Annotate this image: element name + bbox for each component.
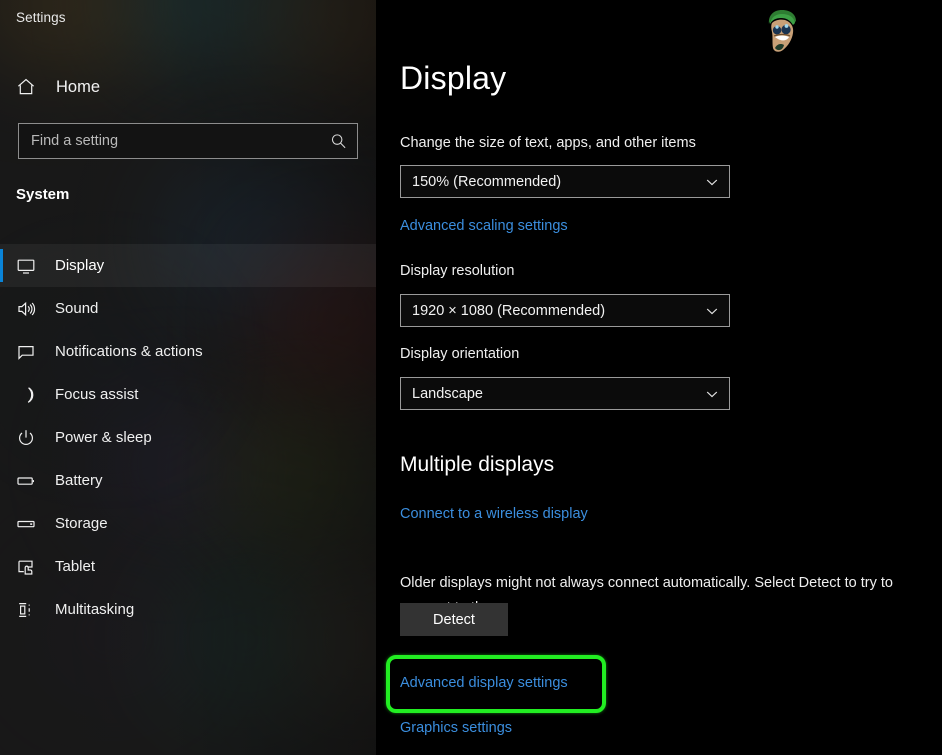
scale-label: Change the size of text, apps, and other… [400,135,696,151]
multitasking-icon [16,600,46,620]
chevron-down-icon [704,386,720,402]
resolution-dropdown-value: 1920 × 1080 (Recommended) [412,303,704,319]
sidebar-item-tablet-label: Tablet [55,558,95,575]
page-title: Display [400,60,506,97]
sidebar-item-display[interactable]: Display [0,244,376,287]
sidebar-item-storage[interactable]: Storage [0,502,376,545]
connect-wireless-display-link[interactable]: Connect to a wireless display [400,506,588,522]
search-input[interactable]: Find a setting [18,123,358,159]
sidebar-item-storage-label: Storage [55,515,108,532]
power-icon [16,428,46,448]
monitor-icon [16,256,46,276]
settings-window: Settings Home Find a setting [0,0,942,755]
selection-accent-bar [0,593,3,626]
moon-icon [16,385,46,405]
sidebar-item-notifications-label: Notifications & actions [55,343,203,360]
cartoon-avatar-watermark-icon [757,6,805,58]
sidebar-item-sound-label: Sound [55,300,98,317]
search-input-placeholder: Find a setting [31,124,330,158]
speaker-icon [16,299,46,319]
sidebar: Settings Home Find a setting [0,0,376,755]
orientation-label: Display orientation [400,346,519,362]
resolution-label: Display resolution [400,263,514,279]
search-icon[interactable] [330,133,347,150]
selection-accent-bar [0,421,3,454]
acrylic-blob [120,0,350,70]
selection-accent-bar [0,464,3,497]
sidebar-item-power-sleep-label: Power & sleep [55,429,152,446]
detect-button[interactable]: Detect [400,603,508,636]
graphics-settings-link[interactable]: Graphics settings [400,720,512,736]
selection-accent-bar [0,378,3,411]
sidebar-item-home[interactable]: Home [0,68,376,106]
selection-accent-bar [0,249,3,282]
selection-accent-bar [0,550,3,583]
advanced-scaling-settings-link[interactable]: Advanced scaling settings [400,218,568,234]
sidebar-nav: Display Sound [0,244,376,631]
selection-accent-bar [0,335,3,368]
selection-accent-bar [0,292,3,325]
sidebar-item-battery-label: Battery [55,472,103,489]
home-icon [16,77,48,97]
selection-accent-bar [0,507,3,540]
orientation-dropdown-value: Landscape [412,386,704,402]
storage-icon [16,514,46,534]
notification-icon [16,342,46,362]
sidebar-item-power-sleep[interactable]: Power & sleep [0,416,376,459]
sidebar-item-multitasking-label: Multitasking [55,601,134,618]
scale-dropdown-value: 150% (Recommended) [412,174,704,190]
chevron-down-icon [704,174,720,190]
battery-icon [16,471,46,491]
sidebar-item-notifications[interactable]: Notifications & actions [0,330,376,373]
resolution-dropdown[interactable]: 1920 × 1080 (Recommended) [400,294,730,327]
chevron-down-icon [704,303,720,319]
sidebar-item-focus-assist[interactable]: Focus assist [0,373,376,416]
main-content: Display Change the size of text, apps, a… [376,0,942,755]
sidebar-item-tablet[interactable]: Tablet [0,545,376,588]
window-title: Settings [16,10,66,25]
sidebar-section-title: System [16,186,69,203]
sidebar-item-multitasking[interactable]: Multitasking [0,588,376,631]
sidebar-item-display-label: Display [55,257,104,274]
sidebar-item-focus-assist-label: Focus assist [55,386,138,403]
scale-dropdown[interactable]: 150% (Recommended) [400,165,730,198]
sidebar-item-sound[interactable]: Sound [0,287,376,330]
sidebar-item-home-label: Home [56,78,100,97]
orientation-dropdown[interactable]: Landscape [400,377,730,410]
sidebar-item-battery[interactable]: Battery [0,459,376,502]
tablet-icon [16,557,46,577]
multiple-displays-heading: Multiple displays [400,453,554,477]
advanced-display-settings-link[interactable]: Advanced display settings [400,675,568,691]
